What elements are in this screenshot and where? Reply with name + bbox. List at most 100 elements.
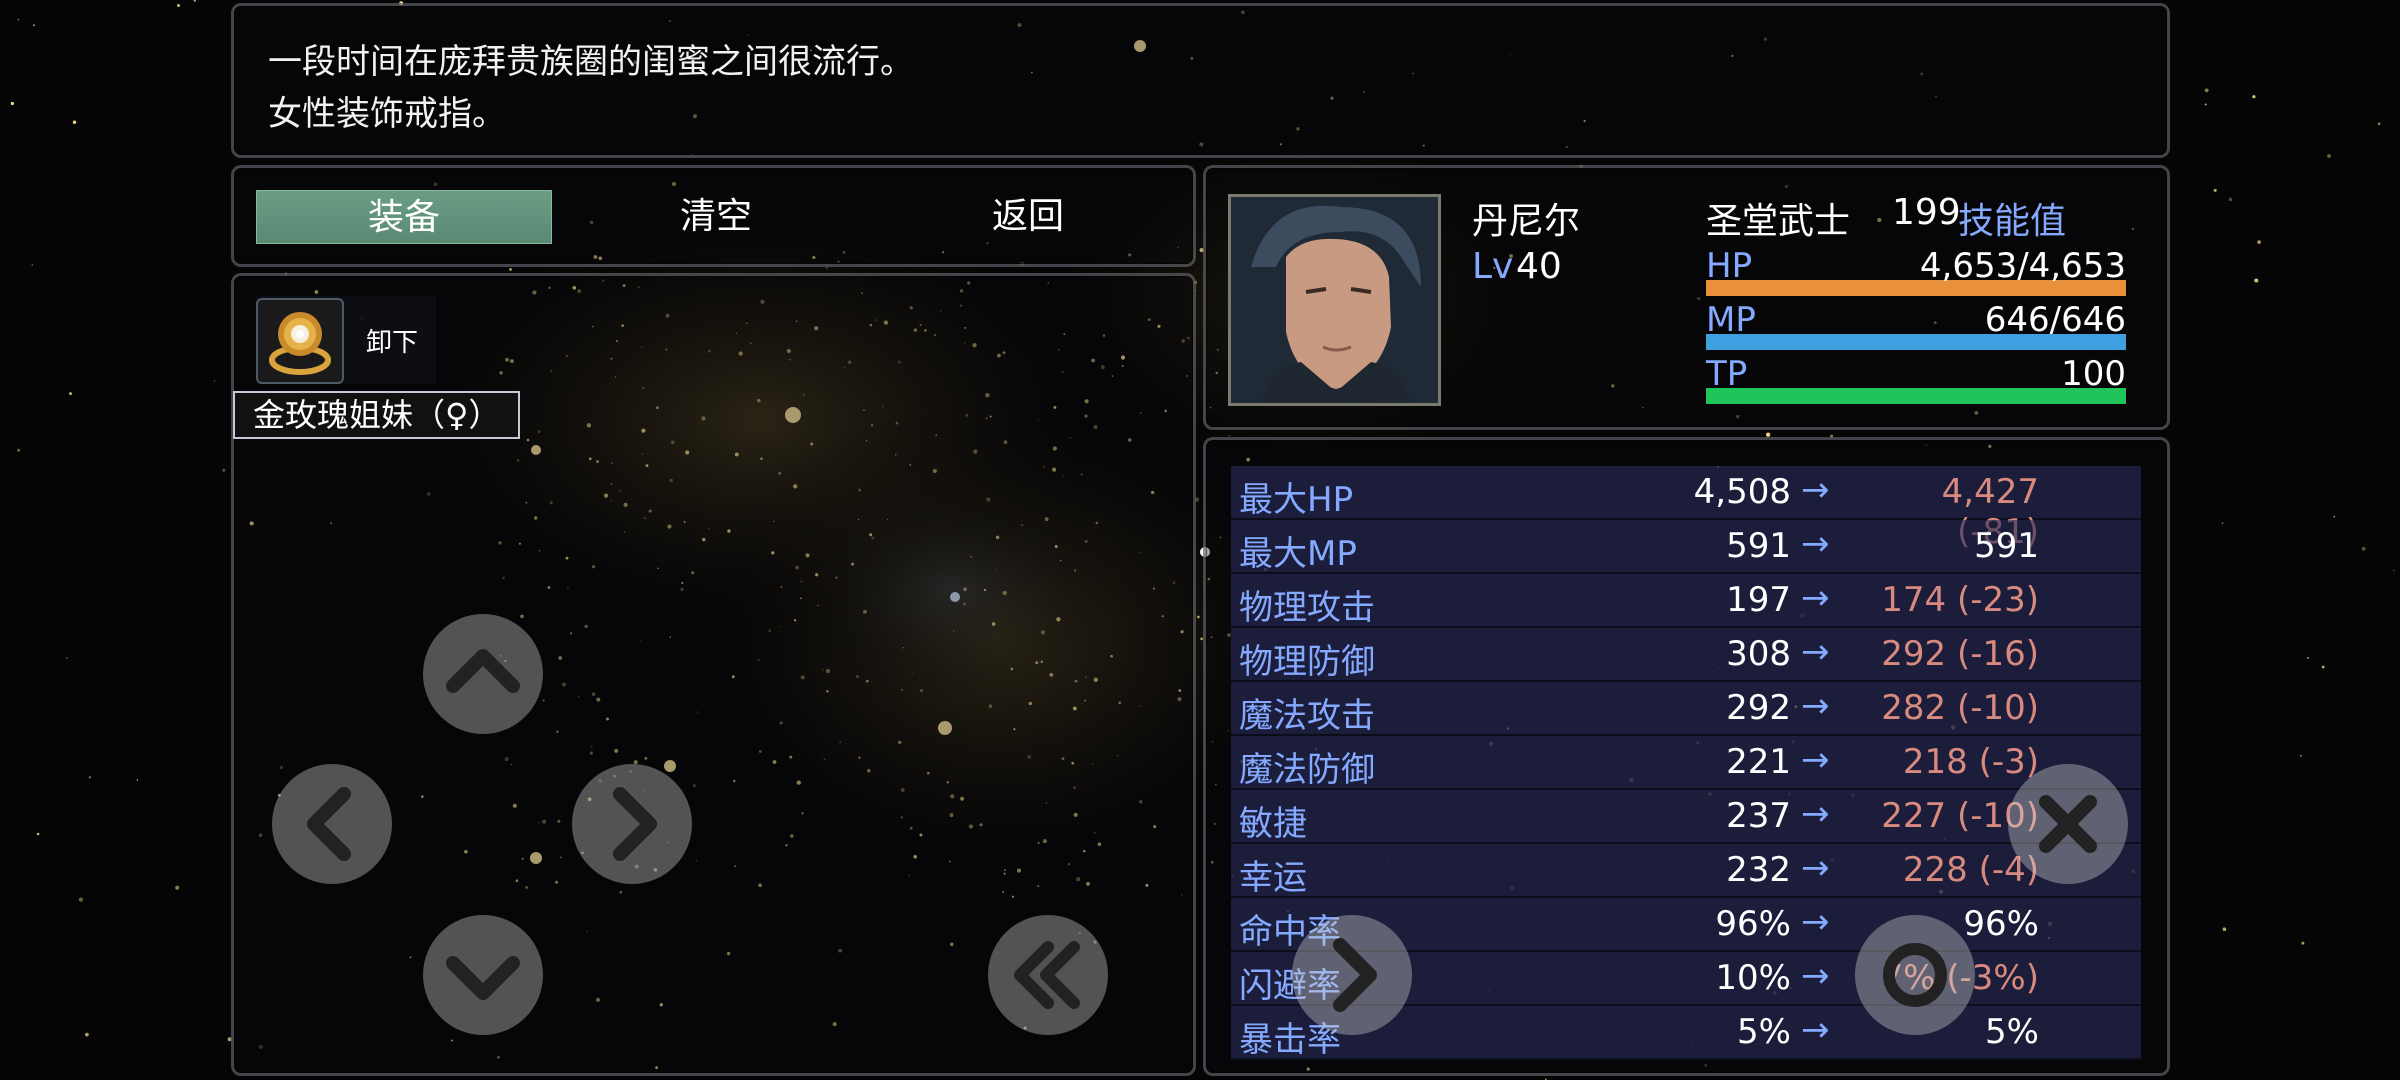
star — [17, 448, 21, 452]
help-text-line-1: 一段时间在庞拜贵族圈的闺蜜之间很流行。 — [268, 42, 914, 82]
star — [2228, 197, 2233, 202]
circle-icon — [1883, 943, 1947, 1007]
param-row-luck: 幸运 232 → 228 (-4) — [1231, 844, 2141, 898]
param-row-agility: 敏捷 237 → 227 (-10) — [1231, 790, 2141, 844]
hp-label: HP — [1706, 246, 1753, 286]
cancel-button[interactable] — [2008, 764, 2128, 884]
right-arrow-icon: → — [1801, 686, 1830, 726]
param-name: 物理防御 — [1239, 642, 1375, 682]
help-text-line-2: 女性装饰戒指。 — [268, 94, 506, 134]
star — [2204, 88, 2209, 93]
star — [1197, 615, 1200, 619]
dpad-right-button[interactable] — [572, 764, 692, 884]
right-arrow-icon: → — [1801, 794, 1830, 834]
param-name: 物理攻击 — [1239, 588, 1375, 628]
param-new-value: 292 (-16) — [1881, 634, 2039, 674]
skill-points-label: 技能值 — [1958, 201, 2067, 242]
star — [136, 779, 139, 781]
equip-command[interactable]: 装备 — [256, 190, 552, 244]
star — [66, 656, 68, 659]
param-row-magic-defense: 魔法防御 221 → 218 (-3) — [1231, 736, 2141, 790]
star — [2321, 665, 2325, 669]
star — [2299, 754, 2302, 757]
star — [2333, 515, 2336, 518]
star — [825, 266, 828, 269]
star — [2213, 188, 2217, 192]
param-old-value: 221 — [1726, 742, 1791, 782]
param-name: 敏捷 — [1239, 804, 1307, 844]
star — [175, 885, 180, 890]
star — [85, 1032, 89, 1037]
hp-value: 4,653/4,653 — [1919, 246, 2126, 286]
page-back-button[interactable] — [988, 915, 1108, 1035]
star — [33, 24, 35, 27]
param-new-value: 591 — [1974, 526, 2039, 566]
tp-label: TP — [1706, 354, 1748, 394]
equipment-slot-row[interactable]: 卸下 — [256, 296, 436, 384]
star — [17, 18, 20, 21]
param-row-attack: 物理攻击 197 → 174 (-23) — [1231, 574, 2141, 628]
next-button[interactable] — [1292, 915, 1412, 1035]
param-old-value: 96% — [1715, 904, 1791, 944]
mp-value: 646/646 — [1984, 300, 2126, 340]
star — [2327, 154, 2331, 158]
dpad-down-button[interactable] — [423, 915, 543, 1035]
star — [72, 120, 77, 125]
param-old-value: 4,508 — [1693, 472, 1791, 512]
param-row-magic-attack: 魔法攻击 292 → 282 (-10) — [1231, 682, 2141, 736]
actor-portrait — [1228, 194, 1441, 406]
chevron-down-icon — [446, 956, 520, 1000]
right-arrow-icon: → — [1801, 956, 1830, 996]
skill-points-value: 199 — [1892, 192, 1961, 233]
chevron-left-icon — [307, 787, 351, 861]
star — [2361, 546, 2366, 551]
param-new-value: 174 (-23) — [1881, 580, 2039, 620]
dpad-left-button[interactable] — [272, 764, 392, 884]
dpad-up-button[interactable] — [423, 614, 543, 734]
right-arrow-icon: → — [1801, 524, 1830, 564]
param-old-value: 591 — [1726, 526, 1791, 566]
chevron-right-icon — [613, 787, 657, 861]
star — [78, 897, 84, 902]
param-old-value: 10% — [1715, 958, 1791, 998]
level-label: Lv — [1472, 246, 1514, 287]
param-new-value: 282 (-10) — [1881, 688, 2039, 728]
star — [2222, 927, 2227, 931]
tp-value: 100 — [2061, 354, 2126, 394]
hp-gauge: HP 4,653/4,653 — [1706, 246, 2126, 296]
star — [36, 832, 40, 836]
star — [222, 468, 226, 472]
ok-button[interactable] — [1855, 915, 1975, 1035]
param-old-value: 237 — [1726, 796, 1791, 836]
star — [2301, 941, 2305, 945]
param-old-value: 232 — [1726, 850, 1791, 890]
tp-gauge: TP 100 — [1706, 354, 2126, 404]
param-name: 最大MP — [1239, 534, 1357, 574]
right-arrow-icon: → — [1801, 902, 1830, 942]
param-old-value: 292 — [1726, 688, 1791, 728]
close-icon — [2039, 795, 2097, 853]
star — [509, 268, 512, 271]
param-row-max-mp: 最大MP 591 → 591 — [1231, 520, 2141, 574]
param-row-defense: 物理防御 308 → 292 (-16) — [1231, 628, 2141, 682]
param-row-max-hp: 最大HP 4,508 → 4,427 (-81) — [1231, 466, 2141, 552]
chevron-right-icon — [1333, 938, 1377, 1012]
param-old-value: 308 — [1726, 634, 1791, 674]
star — [2377, 122, 2381, 126]
clear-command[interactable]: 清空 — [568, 190, 864, 244]
return-command[interactable]: 返回 — [880, 190, 1176, 244]
unequip-label: 卸下 — [366, 328, 419, 358]
param-old-value: 5% — [1737, 1012, 1791, 1052]
star — [2252, 95, 2256, 99]
actor-class: 圣堂武士 — [1706, 201, 1851, 242]
right-arrow-icon: → — [1801, 578, 1830, 618]
level-value: 40 — [1516, 246, 1562, 287]
param-old-value: 197 — [1726, 580, 1791, 620]
command-window: 装备 清空 返回 — [231, 165, 1196, 267]
param-name: 魔法攻击 — [1239, 696, 1375, 736]
actor-name: 丹尼尔 — [1472, 201, 1581, 242]
item-name-tooltip: 金玫瑰姐妹（♀） — [233, 391, 521, 439]
star — [2221, 522, 2224, 524]
star — [88, 776, 92, 779]
mp-gauge: MP 646/646 — [1706, 300, 2126, 350]
